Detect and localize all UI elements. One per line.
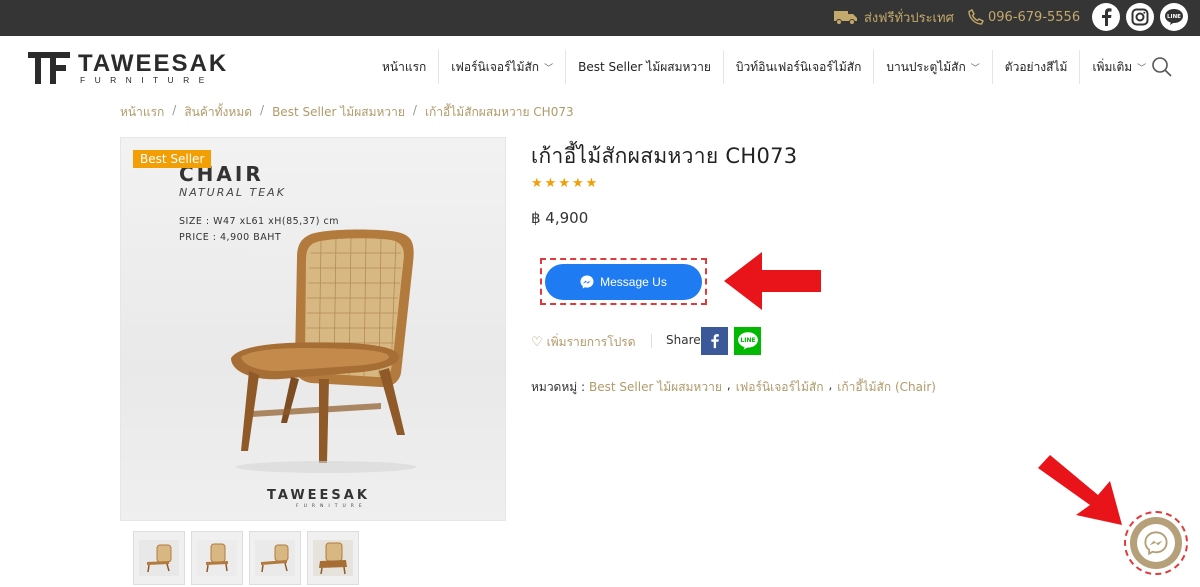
category-link[interactable]: เก้าอี้ไม้สัก (Chair): [837, 378, 936, 397]
message-us-button[interactable]: Message Us: [545, 264, 702, 300]
star-icon: ★: [558, 176, 570, 191]
product-title: เก้าอี้ไม้สักผสมหวาย CH073: [531, 144, 798, 168]
share-facebook-button[interactable]: [701, 327, 728, 355]
rating-stars: ★ ★ ★ ★ ★: [531, 176, 599, 191]
breadcrumb-separator: /: [172, 103, 177, 117]
heart-icon: ♡: [531, 335, 543, 350]
thumbnail-1[interactable]: [133, 531, 185, 585]
phone-icon: [968, 9, 984, 25]
chair-illustration: [231, 229, 416, 473]
facebook-icon: [1102, 8, 1112, 26]
main-nav: หน้าแรก เฟอร์นิเจอร์ไม้สัก ﹀ Best Seller …: [370, 50, 1158, 84]
nav-item-teak-furniture[interactable]: เฟอร์นิเจอร์ไม้สัก ﹀: [439, 50, 567, 84]
star-icon: ★: [571, 176, 584, 191]
separator: ,: [726, 378, 731, 392]
star-icon: ★: [544, 176, 557, 191]
messenger-icon: [580, 275, 594, 289]
chevron-down-icon: ﹀: [544, 63, 554, 74]
thumbnail-4[interactable]: [307, 531, 359, 585]
breadcrumb-home[interactable]: หน้าแรก: [120, 103, 164, 122]
breadcrumb-current: เก้าอี้ไม้สักผสมหวาย CH073: [424, 105, 574, 119]
nav-item-more[interactable]: เพิ่มเติม ﹀: [1080, 50, 1158, 84]
star-icon: ★: [585, 176, 598, 191]
product-main-image[interactable]: CHAIR NATURAL TEAK SIZE : W47 xL61 xH(85…: [120, 137, 506, 521]
instagram-link[interactable]: [1126, 3, 1154, 31]
nav-item-best-seller[interactable]: Best Seller ไม้ผสมหวาย: [566, 50, 724, 84]
line-icon: LINE: [1165, 9, 1183, 25]
phone-link[interactable]: 096-679-5556: [968, 6, 1080, 28]
message-us-label: Message Us: [600, 275, 667, 289]
site-logo[interactable]: TAWEESAK FURNITURE: [28, 50, 248, 86]
messenger-icon: [1144, 531, 1168, 555]
product-price: ฿ 4,900: [531, 209, 589, 227]
facebook-icon: [711, 334, 719, 349]
nav-item-doors[interactable]: บานประตูไม้สัก ﹀: [874, 50, 993, 84]
svg-text:LINE: LINE: [1167, 14, 1181, 20]
fab-inner: [1137, 524, 1175, 562]
chair-thumbnail-icon: [255, 540, 295, 576]
image-brand: TAWEESAK: [267, 488, 370, 503]
annotation-arrow-diagonal-icon: [1038, 455, 1122, 525]
top-bar: ส่งฟรีทั่วประเทศ 096-679-5556 LINE: [0, 0, 1200, 36]
star-icon: ★: [531, 176, 543, 191]
category-link[interactable]: เฟอร์นิเจอร์ไม้สัก: [736, 378, 824, 397]
logo-mark-icon: [28, 52, 70, 84]
share-label: Share: [666, 333, 701, 347]
product-categories: หมวดหมู่ : Best Seller ไม้ผสมหวาย , เฟอร…: [531, 378, 936, 397]
instagram-icon: [1131, 8, 1149, 26]
breadcrumb: หน้าแรก / สินค้าทั้งหมด / Best Seller ไม…: [120, 103, 574, 122]
facebook-link[interactable]: [1092, 3, 1120, 31]
truck-icon: [834, 11, 857, 25]
chair-thumbnail-icon: [313, 540, 353, 576]
svg-text:LINE: LINE: [740, 337, 755, 344]
add-to-wishlist[interactable]: ♡ เพิ่มรายการโปรด: [531, 333, 636, 352]
search-icon[interactable]: [1151, 56, 1173, 78]
logo-sub: FURNITURE: [80, 75, 214, 85]
nav-item-wood-colors[interactable]: ตัวอย่างสีไม้: [993, 50, 1081, 84]
phone-number: 096-679-5556: [988, 9, 1081, 25]
thumbnail-strip: [133, 531, 365, 585]
nav-item-home[interactable]: หน้าแรก: [370, 50, 440, 84]
image-brand-sub: FURNITURE: [296, 504, 367, 509]
floating-messenger-button[interactable]: [1130, 517, 1182, 569]
divider: [651, 334, 652, 348]
line-icon: LINE: [737, 332, 758, 350]
annotation-arrow-left-icon: [724, 252, 821, 310]
breadcrumb-all-products[interactable]: สินค้าทั้งหมด: [184, 103, 252, 122]
chevron-down-icon: ﹀: [1137, 63, 1147, 74]
image-subtitle: NATURAL TEAK: [179, 186, 286, 199]
separator: ,: [828, 378, 833, 392]
chair-thumbnail-icon: [139, 540, 179, 576]
share-line-button[interactable]: LINE: [734, 327, 761, 355]
nav-item-built-in[interactable]: บิวท์อินเฟอร์นิเจอร์ไม้สัก: [724, 50, 875, 84]
category-link[interactable]: Best Seller ไม้ผสมหวาย: [589, 378, 722, 397]
thumbnail-2[interactable]: [191, 531, 243, 585]
chevron-down-icon: ﹀: [970, 63, 980, 74]
free-shipping: ส่งฟรีทั่วประเทศ: [834, 6, 954, 28]
breadcrumb-separator: /: [412, 103, 417, 117]
best-seller-badge: Best Seller: [133, 150, 212, 168]
categories-label: หมวดหมู่ :: [531, 380, 586, 394]
breadcrumb-category[interactable]: Best Seller ไม้ผสมหวาย: [272, 103, 405, 122]
thumbnail-3[interactable]: [249, 531, 301, 585]
wishlist-label: เพิ่มรายการโปรด: [546, 335, 636, 349]
free-shipping-text: ส่งฟรีทั่วประเทศ: [864, 10, 954, 26]
line-link[interactable]: LINE: [1160, 3, 1188, 31]
logo-word: TAWEESAK: [78, 50, 229, 77]
site-header: TAWEESAK FURNITURE หน้าแรก เฟอร์นิเจอร์ไ…: [0, 36, 1200, 98]
chair-thumbnail-icon: [197, 540, 237, 576]
breadcrumb-separator: /: [260, 103, 265, 117]
